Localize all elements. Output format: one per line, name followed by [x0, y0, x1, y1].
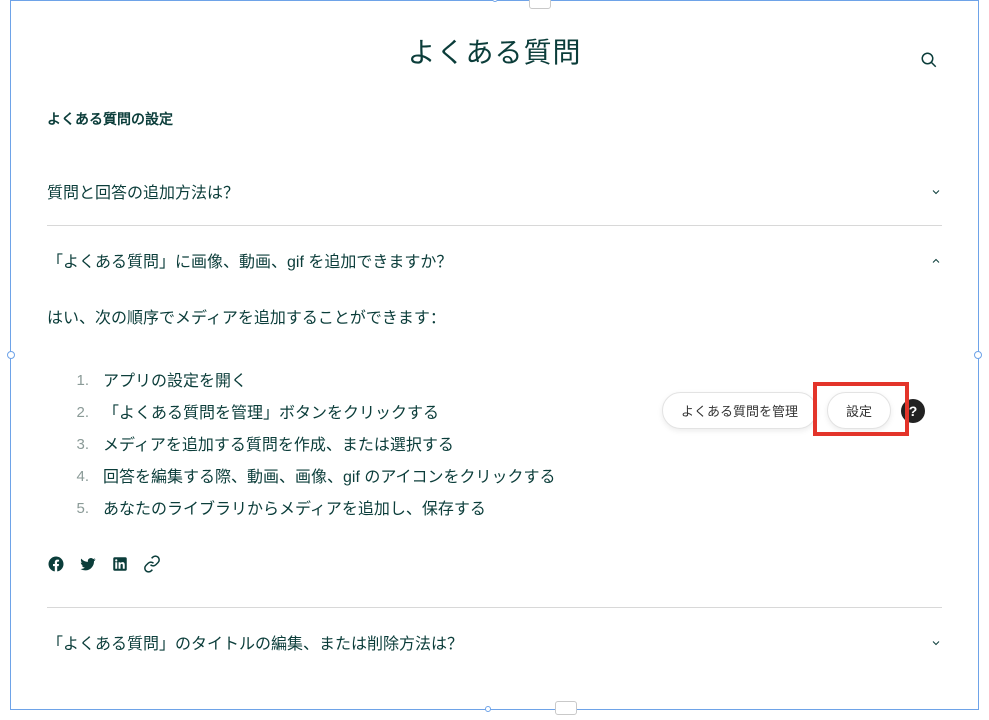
step-text: メディアを追加する質問を作成、または選択する — [103, 430, 454, 462]
list-item: 5. あなたのライブラリからメディアを追加し、保存する — [75, 494, 942, 526]
widget-toolbar: よくある質問を管理 設定 ? — [662, 392, 925, 429]
search-icon[interactable] — [920, 51, 938, 69]
link-icon[interactable] — [143, 554, 161, 584]
faq-widget: よくある質問 よくある質問の設定 質問と回答の追加方法は？ 「よくある質問」に画… — [11, 1, 978, 696]
step-text: 回答を編集する際、動画、画像、gif のアイコンをクリックする — [103, 462, 556, 494]
faq-question-text: 「よくある質問」のタイトルの編集、または削除方法は？ — [47, 630, 463, 654]
twitter-icon[interactable] — [79, 554, 97, 584]
step-number: 1. — [75, 366, 89, 398]
faq-question-row[interactable]: 質問と回答の追加方法は？ — [47, 179, 942, 203]
resize-handle-bottom[interactable] — [485, 706, 491, 712]
resize-handle-right[interactable] — [974, 351, 982, 359]
linkedin-icon[interactable] — [111, 554, 129, 584]
list-item: 4. 回答を編集する際、動画、画像、gif のアイコンをクリックする — [75, 462, 942, 494]
chevron-down-icon — [930, 636, 942, 648]
chevron-down-icon — [930, 185, 942, 197]
settings-button[interactable]: 設定 — [827, 392, 891, 429]
list-item: 3. メディアを追加する質問を作成、または選択する — [75, 430, 942, 462]
step-text: アプリの設定を開く — [103, 366, 247, 398]
step-number: 4. — [75, 462, 89, 494]
faq-question-text: 質問と回答の追加方法は？ — [47, 179, 239, 203]
faq-answer-intro: はい、次の順序でメディアを追加することができます： — [47, 304, 942, 334]
editor-selection-frame: よくある質問 よくある質問の設定 質問と回答の追加方法は？ 「よくある質問」に画… — [10, 0, 979, 710]
step-number: 3. — [75, 430, 89, 462]
faq-question-row[interactable]: 「よくある質問」に画像、動画、gif を追加できますか？ — [47, 248, 942, 272]
faq-item: 質問と回答の追加方法は？ — [47, 157, 942, 226]
faq-item: 「よくある質問」のタイトルの編集、または削除方法は？ — [47, 608, 942, 676]
step-text: あなたのライブラリからメディアを追加し、保存する — [103, 494, 486, 526]
faq-question-row[interactable]: 「よくある質問」のタイトルの編集、または削除方法は？ — [47, 630, 942, 654]
share-row — [47, 554, 942, 584]
facebook-icon[interactable] — [47, 554, 65, 584]
chevron-up-icon — [930, 254, 942, 266]
manage-faq-button[interactable]: よくある質問を管理 — [662, 392, 817, 429]
help-icon[interactable]: ? — [901, 399, 925, 423]
step-text: 「よくある質問を管理」ボタンをクリックする — [103, 398, 439, 430]
resize-handle-left[interactable] — [7, 351, 15, 359]
top-anchor-badge[interactable] — [529, 0, 551, 9]
faq-question-text: 「よくある質問」に画像、動画、gif を追加できますか？ — [47, 248, 452, 272]
step-number: 2. — [75, 398, 89, 430]
page-title: よくある質問 — [47, 31, 942, 71]
bottom-anchor-badge[interactable] — [555, 701, 577, 715]
faq-steps-list: 1. アプリの設定を開く 2. 「よくある質問を管理」ボタンをクリックする 3. メデ… — [47, 366, 942, 526]
section-label: よくある質問の設定 — [47, 109, 942, 129]
step-number: 5. — [75, 494, 89, 526]
